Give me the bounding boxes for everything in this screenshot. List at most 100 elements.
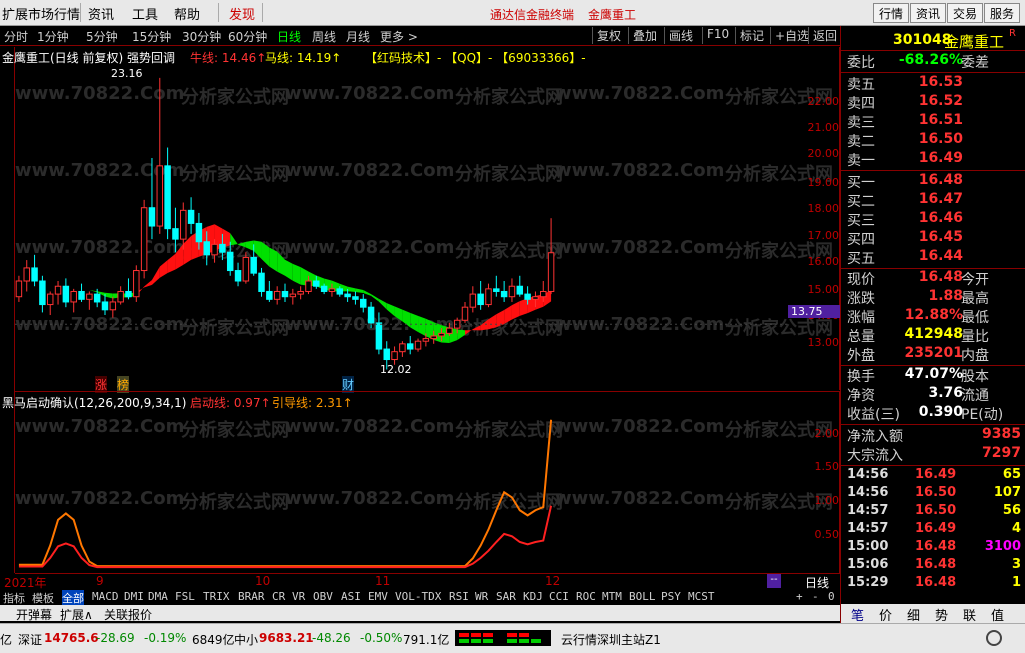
- ask-2: 卖二 16.50: [845, 131, 1021, 150]
- tab-cr[interactable]: CR: [272, 590, 285, 603]
- indicator-tabs: 指标 模板 全部 MACD DMI DMA FSL TRIX BRAR CR V…: [0, 589, 840, 606]
- period-15min[interactable]: 15分钟: [132, 28, 171, 45]
- ask-label: 卖三: [847, 115, 875, 131]
- tab-related[interactable]: 联: [963, 605, 976, 624]
- tab-template[interactable]: 模板: [32, 590, 54, 606]
- tab-dma[interactable]: DMA: [148, 590, 168, 603]
- service-button[interactable]: 服务: [984, 3, 1021, 23]
- stock-title-link[interactable]: 金鹰重工: [588, 6, 636, 23]
- x-label: 9: [96, 574, 104, 588]
- ma-ribbon-segment: [457, 329, 465, 341]
- zoom-in-button[interactable]: +: [796, 590, 803, 603]
- menu-help[interactable]: 帮助: [174, 4, 200, 23]
- f10-button[interactable]: F10: [702, 27, 733, 44]
- ma-ribbon-segment: [144, 279, 152, 288]
- mark-button[interactable]: 标记: [735, 27, 768, 44]
- period-more[interactable]: 更多 >: [380, 28, 418, 45]
- period-5min[interactable]: 5分钟: [86, 28, 118, 45]
- x-axis-scroll-marker[interactable]: --: [767, 574, 781, 588]
- breadth-bar: [471, 639, 481, 643]
- tab-detail[interactable]: 细: [907, 605, 920, 624]
- app-title-link[interactable]: 通达信金融终端: [490, 6, 574, 23]
- tab-roc[interactable]: ROC: [576, 590, 596, 603]
- ma-ribbon-segment: [504, 305, 512, 325]
- y-tick: 18.00: [807, 202, 840, 215]
- quote-button[interactable]: 行情: [873, 3, 910, 23]
- reset-button[interactable]: 0: [828, 590, 835, 603]
- ma-ribbon-segment: [465, 329, 473, 335]
- menu-separator: [262, 3, 263, 22]
- bottom-tabs: 开弹幕 扩展∧ 关联报价: [0, 605, 840, 623]
- period-1min[interactable]: 1分钟: [37, 28, 69, 45]
- tab-wr[interactable]: WR: [475, 590, 488, 603]
- period-intraday[interactable]: 分时: [4, 28, 28, 45]
- main-chart[interactable]: www.70822.Com 分析家公式网 www.70822.Com 分析家公式…: [2, 47, 840, 393]
- tab-all[interactable]: 全部: [62, 590, 84, 606]
- add-watchlist-button[interactable]: +自选: [770, 27, 813, 44]
- tab-trades[interactable]: 笔: [851, 605, 864, 624]
- news-button[interactable]: 资讯: [910, 3, 947, 23]
- ma-ribbon-segment: [418, 315, 426, 337]
- trade-button[interactable]: 交易: [947, 3, 984, 23]
- period-60min[interactable]: 60分钟: [228, 28, 267, 45]
- tab-obv[interactable]: OBV: [313, 590, 333, 603]
- tab-mtm[interactable]: MTM: [602, 590, 622, 603]
- tab-emv[interactable]: EMV: [368, 590, 388, 603]
- tab-vr[interactable]: VR: [292, 590, 305, 603]
- candle-body: [344, 293, 351, 298]
- menu-news[interactable]: 资讯: [88, 4, 114, 23]
- zoom-out-button[interactable]: -: [812, 590, 819, 603]
- tab-vol-tdx[interactable]: VOL-TDX: [395, 590, 441, 603]
- danmaku-button[interactable]: 开弹幕: [16, 606, 52, 623]
- candle-body: [15, 280, 23, 298]
- period-monthly[interactable]: 月线: [346, 28, 370, 45]
- tick-price: 16.50: [915, 485, 957, 500]
- tab-kdj[interactable]: KDJ: [523, 590, 543, 603]
- tab-dmi[interactable]: DMI: [124, 590, 144, 603]
- server-name[interactable]: 云行情深圳主站Z1: [561, 631, 661, 648]
- tab-asi[interactable]: ASI: [341, 590, 361, 603]
- candle-body: [516, 285, 524, 295]
- tab-cci[interactable]: CCI: [549, 590, 569, 603]
- overlay-button[interactable]: 叠加: [628, 27, 661, 44]
- indicator-chart[interactable]: www.70822.Com 分析家公式网 www.70822.Com 分析家公式…: [2, 391, 840, 574]
- zx-label: 中小: [234, 633, 259, 647]
- period-daily[interactable]: 日线: [277, 28, 301, 45]
- menu-extended-market[interactable]: 扩展市场行情: [2, 4, 80, 23]
- candlestick-chart[interactable]: [15, 47, 840, 390]
- menu-tools[interactable]: 工具: [132, 4, 158, 23]
- indicator-lines[interactable]: [15, 392, 840, 574]
- tab-sar[interactable]: SAR: [496, 590, 516, 603]
- tab-mcst[interactable]: MCST: [688, 590, 715, 603]
- extend-button[interactable]: 扩展∧: [60, 606, 93, 623]
- ma-ribbon-segment: [159, 260, 168, 278]
- zx-amount: 791.1亿: [403, 633, 450, 647]
- ma-ribbon-segment: [496, 310, 505, 328]
- menu-discover[interactable]: 发现: [229, 4, 255, 23]
- draw-button[interactable]: 画线: [664, 27, 697, 44]
- tab-rsi[interactable]: RSI: [449, 590, 469, 603]
- tab-indicator[interactable]: 指标: [3, 590, 25, 606]
- breadth-bar: [459, 633, 469, 637]
- tab-trix[interactable]: TRIX: [203, 590, 230, 603]
- tab-macd[interactable]: MACD: [92, 590, 119, 603]
- tab-brar[interactable]: BRAR: [238, 590, 265, 603]
- related-quote-button[interactable]: 关联报价: [104, 606, 152, 623]
- breadth-bar: [531, 639, 541, 643]
- ma-ribbon-segment: [285, 259, 293, 281]
- bid-1: 买一 16.48: [845, 172, 1021, 191]
- back-button[interactable]: 返回: [808, 27, 841, 44]
- y-tick: 17.00: [807, 229, 840, 242]
- search-icon[interactable]: [986, 630, 1002, 646]
- period-30min[interactable]: 30分钟: [182, 28, 221, 45]
- tab-trend[interactable]: 势: [935, 605, 948, 624]
- tab-value[interactable]: 值: [991, 605, 1004, 624]
- tab-psy[interactable]: PSY: [661, 590, 681, 603]
- period-weekly[interactable]: 周线: [312, 28, 336, 45]
- adjust-button[interactable]: 复权: [592, 27, 625, 44]
- candle-body: [195, 222, 203, 243]
- tab-price[interactable]: 价: [879, 605, 892, 624]
- tab-fsl[interactable]: FSL: [175, 590, 195, 603]
- ma-ribbon-segment: [253, 240, 262, 260]
- tab-boll[interactable]: BOLL: [629, 590, 656, 603]
